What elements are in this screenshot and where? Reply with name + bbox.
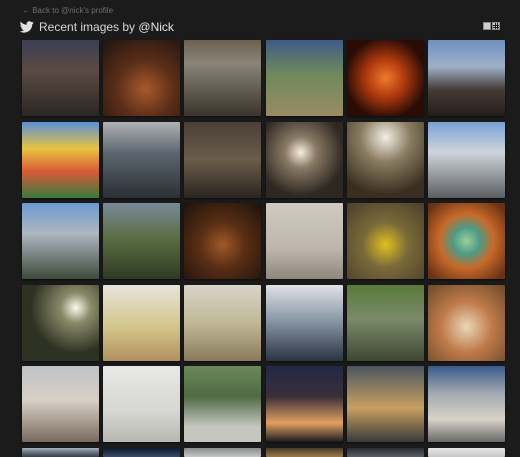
thumbnail-man-in-tshirt[interactable]: [103, 203, 181, 279]
thumbnail-lamp-light[interactable]: [265, 121, 343, 198]
page-header: Recent images by @Nick: [20, 18, 504, 36]
thumbnail-bbq-ribs[interactable]: [184, 203, 262, 279]
list-view-icon[interactable]: [483, 22, 491, 30]
grid-view-icon[interactable]: [492, 22, 500, 30]
thumbnail-partial-4[interactable]: [346, 447, 424, 457]
thumbnail-h-sign-building[interactable]: [22, 203, 99, 279]
thumbnail-paper-document[interactable]: [265, 203, 343, 279]
thumbnail-green-toy-gun[interactable]: [103, 366, 181, 442]
thumbnail-plate-on-table[interactable]: [428, 203, 505, 279]
thumbnail-cartoon-cup[interactable]: [22, 366, 99, 442]
title-prefix: Recent images by: [39, 20, 139, 34]
twitter-bird-icon: [20, 21, 34, 33]
grid-view-icon[interactable]: [483, 22, 500, 30]
thumbnail-breakfast-plate[interactable]: [428, 284, 505, 361]
thumbnail-cartoon-mural[interactable]: [22, 121, 99, 198]
thumbnail-food-plate[interactable]: [184, 284, 262, 361]
page-title: Recent images by @Nick: [39, 20, 174, 34]
thumbnail-sunburst-trees[interactable]: [22, 284, 99, 361]
thumbnail-parking-garage[interactable]: [103, 121, 181, 198]
thumbnail-apple-plate[interactable]: [103, 284, 181, 361]
back-to-profile-link[interactable]: ← Back to @nick's profile: [22, 6, 113, 15]
thumbnail-cabin-in-trees[interactable]: [265, 40, 343, 116]
thumbnail-storefront[interactable]: [428, 366, 505, 442]
thumbnail-window-backlit[interactable]: [346, 121, 424, 198]
thumbnail-city-night[interactable]: [265, 366, 343, 442]
thumbnail-man-in-office[interactable]: [265, 284, 343, 361]
thumbnail-festival-crowd[interactable]: [428, 40, 505, 116]
thumbnail-yellow-shirt[interactable]: [346, 203, 424, 279]
thumbnail-dinner-table[interactable]: [103, 40, 181, 116]
thumbnail-vintage-car[interactable]: [22, 447, 99, 457]
thumbnail-boots[interactable]: [346, 366, 424, 442]
thumbnail-dim-room[interactable]: [184, 121, 262, 198]
thumbnail-victorian-houses[interactable]: [22, 40, 99, 116]
thumbnail-guy-fawkes-pumpkin[interactable]: [346, 40, 424, 116]
thumbnail-partial-1[interactable]: [103, 447, 181, 457]
thumbnail-partial-2[interactable]: [184, 447, 262, 457]
thumbnail-partial-3[interactable]: [265, 447, 343, 457]
thumbnail-creek[interactable]: [346, 284, 424, 361]
thumbnail-workshop-sign[interactable]: [184, 40, 262, 116]
thumbnail-sundial[interactable]: [184, 366, 262, 442]
thumbnail-partial-5[interactable]: [428, 447, 505, 457]
user-handle[interactable]: @Nick: [138, 20, 174, 34]
thumbnail-office-building[interactable]: [428, 121, 505, 198]
